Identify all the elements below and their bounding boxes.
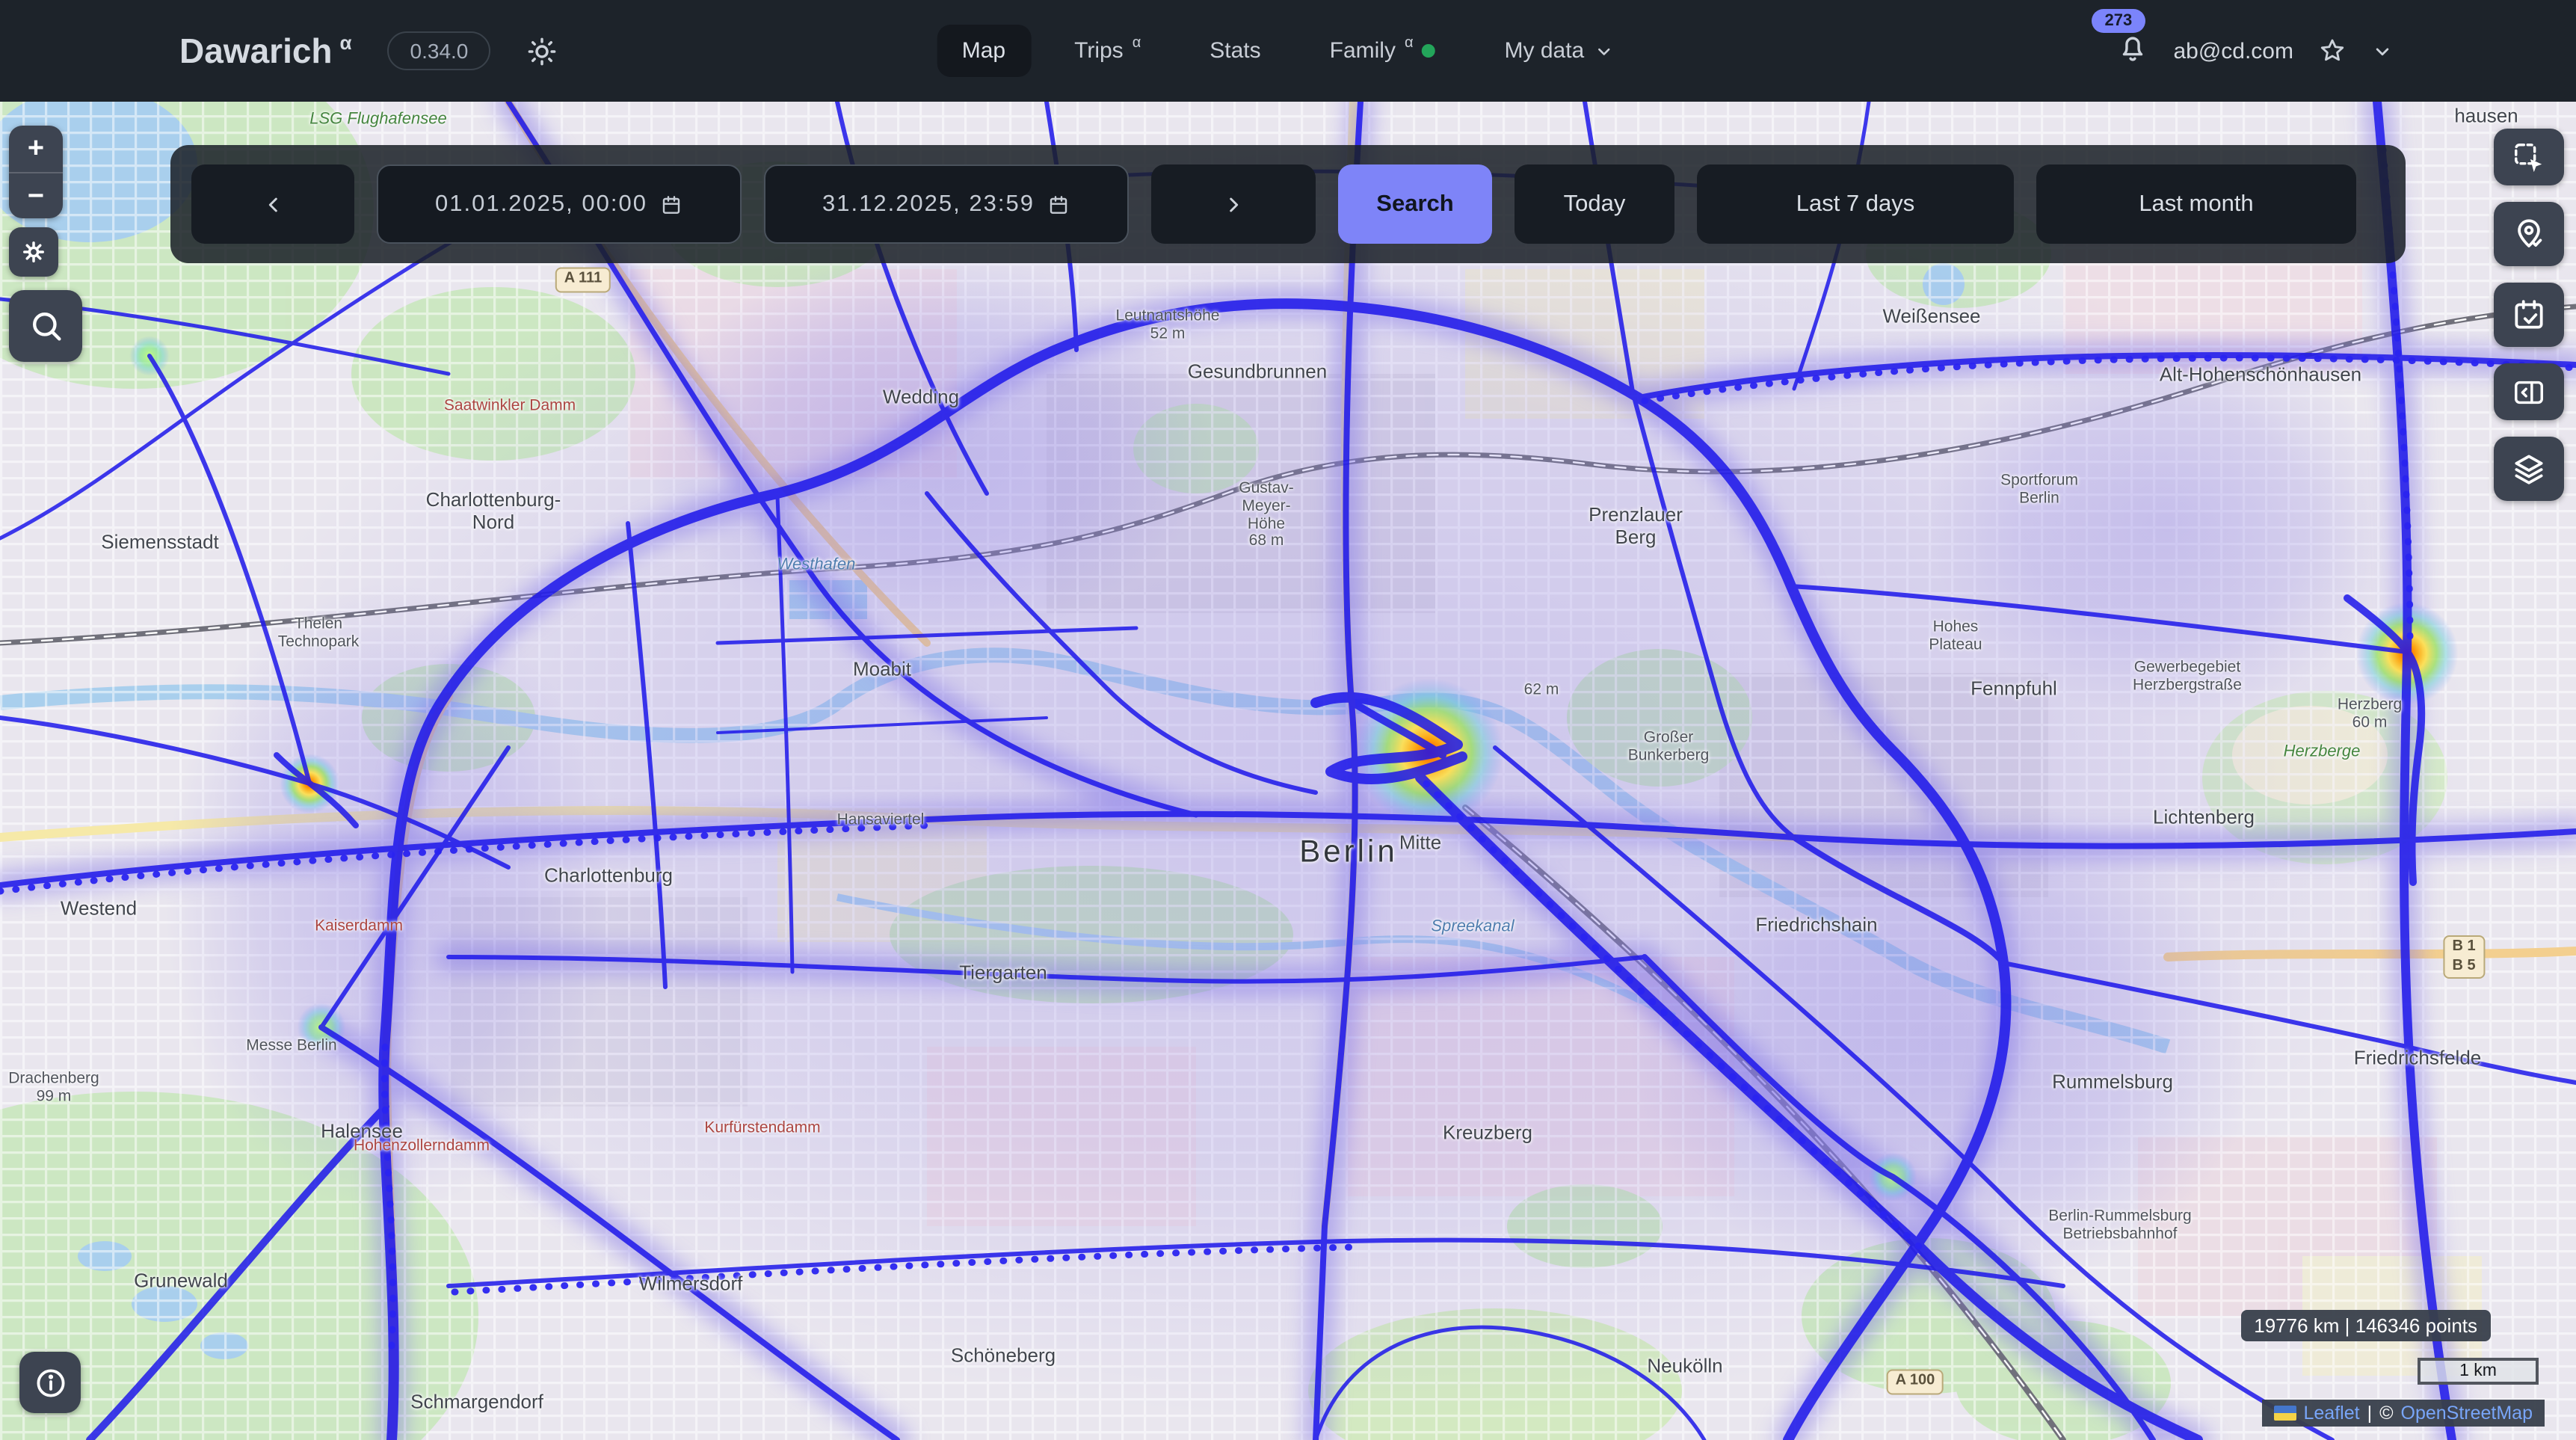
- search-icon: [26, 307, 65, 345]
- nav-tab-my-data[interactable]: My data: [1479, 25, 1640, 77]
- location-pin-check-icon: [2510, 215, 2548, 253]
- calendar-panel-button[interactable]: [2494, 283, 2564, 347]
- chevron-left-icon: [261, 192, 285, 216]
- nav-tab-label: Trips: [1074, 38, 1124, 64]
- calendar-icon: [1047, 192, 1070, 216]
- today-button[interactable]: Today: [1515, 164, 1674, 244]
- alpha-superscript: α: [340, 31, 352, 54]
- family-online-dot: [1423, 44, 1436, 58]
- nav-tab-label: Family: [1330, 38, 1396, 64]
- chevron-down-icon: [2371, 40, 2394, 62]
- map-scale-bar: 1 km: [2418, 1358, 2539, 1385]
- attribution-separator: |: [2367, 1403, 2373, 1424]
- area-selection-tool-button[interactable]: [2494, 129, 2564, 185]
- info-icon: [32, 1364, 68, 1400]
- start-datetime-value: 01.01.2025, 00:00: [435, 191, 647, 218]
- calendar-icon: [659, 192, 683, 216]
- nav-tab-stats[interactable]: Stats: [1184, 25, 1286, 77]
- ukraine-flag-icon: [2274, 1406, 2296, 1421]
- end-datetime-input[interactable]: 31.12.2025, 23:59: [764, 164, 1129, 244]
- map-search-button[interactable]: [9, 290, 82, 362]
- favorites-star-button[interactable]: [2317, 36, 2347, 66]
- map-layers-button[interactable]: [2494, 437, 2564, 501]
- navbar-left: Dawarich α 0.34.0: [0, 31, 558, 71]
- leaflet-link[interactable]: Leaflet: [2304, 1403, 2360, 1424]
- alpha-superscript: α: [1405, 35, 1414, 52]
- visited-places-button[interactable]: [2494, 202, 2564, 266]
- nav-tab-family[interactable]: Familyα: [1304, 25, 1461, 77]
- navbar: Dawarichα 0.34.0 Map Tripsα Stats Family…: [0, 0, 2576, 102]
- app-window: SiemensstadtCharlottenburg- NordThelen T…: [0, 0, 2576, 1440]
- search-button[interactable]: Search: [1338, 164, 1492, 244]
- zoom-in-button[interactable]: +: [9, 126, 63, 172]
- map-info-button[interactable]: [19, 1352, 81, 1413]
- end-datetime-value: 31.12.2025, 23:59: [822, 191, 1035, 218]
- navbar-right: 273 ab@cd.com: [2115, 30, 2576, 72]
- layers-icon: [2510, 450, 2548, 487]
- theme-toggle-button[interactable]: [526, 35, 558, 67]
- nav-tab-label: My data: [1505, 38, 1585, 64]
- nav-tab-map[interactable]: Map: [937, 25, 1031, 77]
- side-panel-toggle-button[interactable]: [2494, 363, 2564, 420]
- map-attribution: Leaflet | © OpenStreetMap: [2262, 1400, 2545, 1427]
- notifications-count-badge: 273: [2091, 9, 2145, 33]
- last-month-button[interactable]: Last month: [2036, 164, 2356, 244]
- user-menu-caret[interactable]: [2371, 40, 2394, 62]
- track-stats-badge: 19776 km | 146346 points: [2240, 1310, 2491, 1341]
- select-area-icon: [2512, 140, 2546, 174]
- map-settings-button[interactable]: [9, 227, 58, 277]
- chevron-down-icon: [1593, 40, 1614, 61]
- date-range-toolbar: 01.01.2025, 00:00 31.12.2025, 23:59 Sear…: [170, 145, 2406, 263]
- openstreetmap-link[interactable]: OpenStreetMap: [2401, 1403, 2533, 1424]
- notifications-button[interactable]: 273: [2115, 30, 2149, 72]
- app-logo[interactable]: Dawarich α: [179, 31, 352, 71]
- nav-tab-label: Map: [962, 38, 1005, 64]
- version-badge: 0.34.0: [388, 31, 491, 70]
- calendar-check-icon: [2510, 296, 2548, 333]
- sun-icon: [526, 35, 558, 67]
- start-datetime-input[interactable]: 01.01.2025, 00:00: [377, 164, 742, 244]
- previous-period-button[interactable]: [191, 164, 354, 244]
- nav-tab-label: Stats: [1210, 38, 1260, 64]
- chevron-right-icon: [1221, 192, 1245, 216]
- user-email[interactable]: ab@cd.com: [2173, 38, 2293, 64]
- nav-tab-trips[interactable]: Tripsα: [1049, 25, 1166, 77]
- zoom-out-button[interactable]: −: [9, 172, 63, 218]
- main-nav: Map Tripsα Stats Familyα My data: [937, 25, 1640, 77]
- bell-icon: [2115, 30, 2149, 64]
- panel-collapse-icon: [2512, 375, 2546, 409]
- app-logo-text: Dawarich: [179, 31, 333, 70]
- next-period-button[interactable]: [1151, 164, 1316, 244]
- alpha-superscript: α: [1133, 35, 1141, 52]
- copyright-symbol: ©: [2379, 1403, 2393, 1424]
- last-7-days-button[interactable]: Last 7 days: [1697, 164, 2014, 244]
- star-icon: [2317, 36, 2347, 66]
- zoom-control: + −: [9, 126, 63, 218]
- gear-icon: [18, 236, 49, 268]
- map-tools-column: [2494, 129, 2564, 501]
